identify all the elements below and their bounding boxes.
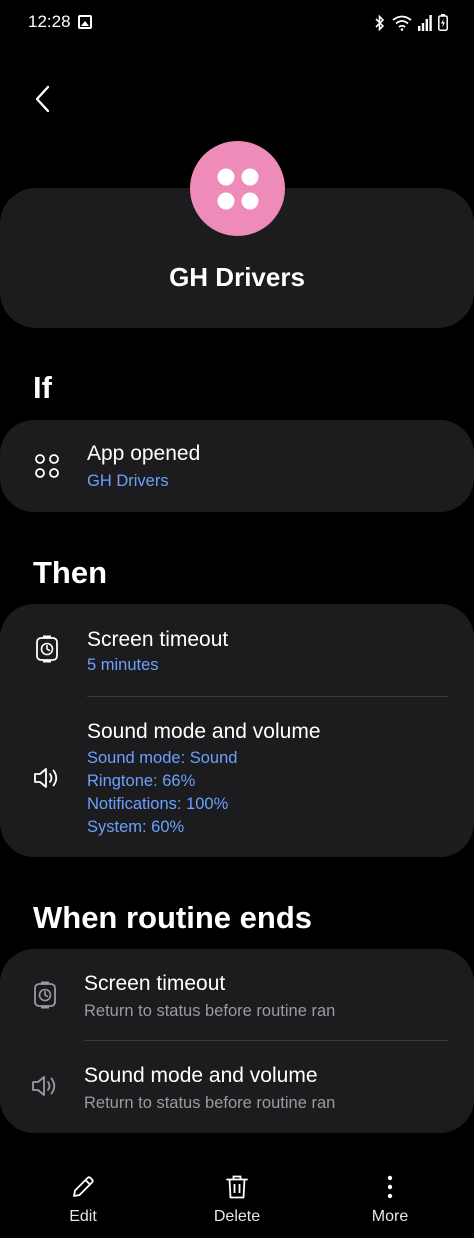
end-action-screen-timeout[interactable]: Screen timeout Return to status before r…	[0, 949, 474, 1041]
ends-section-title: When routine ends	[33, 900, 312, 935]
volume-icon	[31, 1072, 59, 1100]
gallery-notification-icon	[78, 15, 92, 29]
routine-title[interactable]: GH Drivers	[0, 262, 474, 293]
pencil-icon	[73, 1176, 94, 1197]
bluetooth-icon	[375, 14, 385, 31]
action-detail: Sound mode: Sound	[87, 749, 238, 767]
action-detail: System: 60%	[87, 818, 185, 836]
then-action-screen-timeout[interactable]: Screen timeout 5 minutes	[0, 604, 474, 696]
status-time: 12:28	[28, 12, 71, 31]
timer-icon	[33, 635, 61, 663]
edit-label: Edit	[69, 1208, 97, 1225]
condition-title: App opened	[87, 442, 201, 465]
edit-button[interactable]: Edit	[28, 1174, 138, 1226]
action-title: Screen timeout	[84, 972, 226, 995]
condition-value: GH Drivers	[87, 472, 169, 490]
status-icons	[374, 14, 448, 31]
if-section-title: If	[33, 370, 52, 405]
delete-button[interactable]: Delete	[182, 1174, 292, 1226]
battery-charging-icon	[438, 14, 448, 31]
wifi-icon	[392, 15, 412, 31]
end-action-sound-mode[interactable]: Sound mode and volume Return to status b…	[0, 1041, 474, 1133]
chevron-left-icon	[35, 85, 50, 113]
routine-icon-badge[interactable]	[190, 141, 285, 236]
then-actions-card: Screen timeout 5 minutes Sound mode and …	[0, 604, 474, 857]
then-section-title: Then	[33, 555, 108, 590]
action-title: Sound mode and volume	[87, 720, 321, 743]
action-title: Screen timeout	[87, 628, 229, 651]
action-detail: Return to status before routine ran	[84, 1094, 336, 1112]
action-detail: Return to status before routine ran	[84, 1002, 336, 1020]
action-detail: 5 minutes	[87, 656, 159, 674]
timer-icon	[31, 981, 59, 1009]
more-vertical-icon	[387, 1175, 393, 1199]
apps-icon	[33, 452, 61, 480]
bottom-action-bar: Edit Delete More	[0, 1160, 474, 1238]
action-title: Sound mode and volume	[84, 1064, 318, 1087]
more-label: More	[371, 1208, 409, 1225]
back-button[interactable]	[26, 82, 58, 116]
status-bar: 12:28	[0, 0, 474, 46]
volume-icon	[33, 764, 61, 792]
more-button[interactable]: More	[335, 1174, 445, 1226]
trash-icon	[226, 1175, 248, 1199]
signal-icon	[418, 14, 432, 31]
if-condition-card[interactable]: App opened GH Drivers	[0, 420, 474, 512]
action-detail: Notifications: 100%	[87, 795, 229, 813]
action-detail: Ringtone: 66%	[87, 772, 196, 790]
ends-actions-card: Screen timeout Return to status before r…	[0, 949, 474, 1133]
then-action-sound-mode[interactable]: Sound mode and volume Sound mode: Sound …	[0, 697, 474, 857]
four-dots-icon	[217, 168, 258, 209]
delete-label: Delete	[213, 1208, 261, 1225]
